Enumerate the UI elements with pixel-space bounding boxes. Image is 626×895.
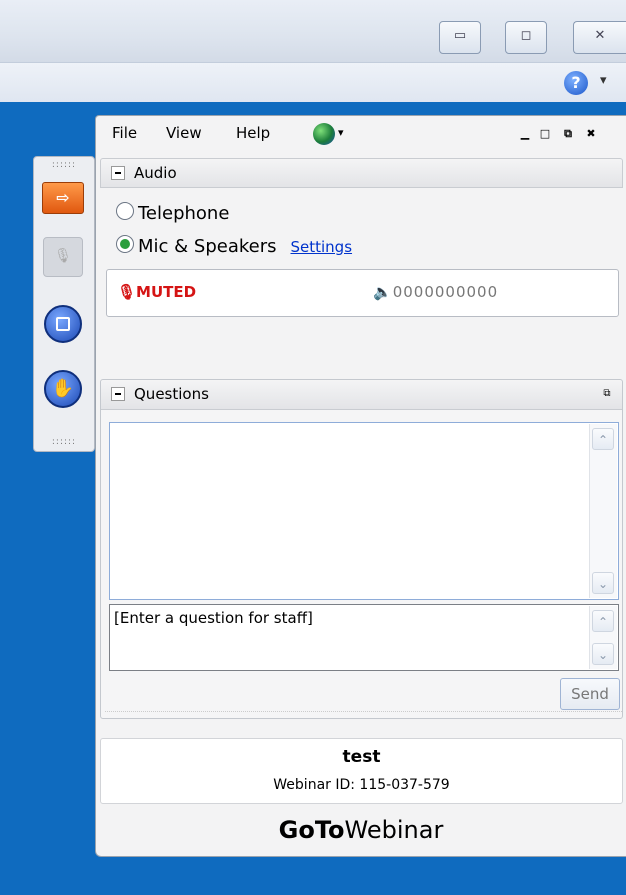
webinar-info: test Webinar ID: 115-037-579 (100, 738, 623, 804)
questions-section: Questions ⧉ ⌃ ⌄ [Enter a question for st… (100, 379, 623, 719)
mic-speakers-radio[interactable] (116, 235, 134, 253)
minimize-icon: ▭ (453, 28, 467, 43)
close-icon: ✕ (594, 28, 606, 43)
mic-speakers-label: Mic & Speakers (138, 236, 277, 257)
mic-speakers-option[interactable]: Mic & Speakers Settings (116, 235, 352, 257)
telephone-radio[interactable] (116, 202, 134, 220)
close-button[interactable]: ✕ (573, 21, 626, 54)
telephone-label: Telephone (138, 203, 230, 224)
brand-bold: GoTo (278, 816, 345, 844)
brand-logo: GoToWebinar (96, 816, 626, 844)
menu-help[interactable]: Help (236, 124, 270, 142)
menu-file[interactable]: File (112, 124, 137, 142)
scroll-down-icon[interactable]: ⌄ (592, 572, 614, 594)
collapse-audio-icon[interactable] (111, 166, 125, 180)
question-input[interactable]: [Enter a question for staff] ⌃ ⌄ (109, 604, 619, 671)
menu-bar: File View Help ▾ ▁ □ ⧉ ✖ (96, 116, 626, 153)
screen-share-button[interactable] (44, 305, 82, 343)
collapse-questions-icon[interactable] (111, 387, 125, 401)
maximize-button[interactable]: ◻ (505, 21, 547, 54)
popout-icon[interactable]: ⧉ (600, 387, 614, 401)
raise-hand-icon: ✋ (51, 378, 75, 399)
panel-close-icon[interactable]: ✖ (584, 127, 598, 141)
orange-arrow-icon: ⇨ (56, 188, 70, 207)
questions-log-scrollbar[interactable]: ⌃ ⌄ (589, 424, 617, 598)
question-input-scrollbar[interactable]: ⌃ ⌄ (589, 606, 617, 669)
questions-section-header[interactable]: Questions ⧉ (101, 380, 622, 410)
dock-grip-bottom[interactable]: :::::: (34, 437, 94, 447)
volume-level: 0000000000 (392, 283, 499, 301)
panel-minimize-icon[interactable]: ▁ (518, 127, 532, 141)
scroll-up-icon[interactable]: ⌃ (592, 610, 614, 632)
settings-link[interactable]: Settings (291, 238, 353, 256)
minimize-button[interactable]: ▭ (439, 21, 481, 54)
window-toolbar: ? ▾ (0, 62, 626, 103)
send-button[interactable]: Send (560, 678, 620, 710)
dock-grip-top[interactable]: :::::: (34, 160, 94, 170)
window-titlebar: ▭ ◻ ✕ (0, 0, 626, 62)
speaker-icon: 🔈 (373, 283, 393, 301)
menu-view[interactable]: View (166, 124, 202, 142)
mute-status[interactable]: 🎙MUTED (117, 283, 196, 301)
webinar-title: test (342, 747, 381, 767)
scroll-down-icon[interactable]: ⌄ (592, 643, 614, 665)
brand-regular: Webinar (344, 816, 444, 844)
control-dock: :::::: ⇨ 🎙 ✋ :::::: (33, 156, 95, 452)
audio-section: Telephone Mic & Speakers Settings 🎙MUTED … (100, 183, 623, 379)
audio-header-label: Audio (134, 164, 177, 182)
microphone-icon: 🎙 (54, 248, 72, 264)
maximize-icon: ◻ (520, 28, 532, 43)
question-input-placeholder: [Enter a question for staff] (114, 609, 313, 627)
collapse-panel-button[interactable]: ⇨ (42, 182, 84, 214)
questions-header-label: Questions (134, 385, 209, 403)
audio-meter-box: 🎙MUTED 🔈0000000000 (106, 269, 619, 317)
telephone-option[interactable]: Telephone (116, 202, 229, 224)
globe-icon[interactable] (313, 123, 335, 145)
screen-share-icon (56, 317, 70, 331)
chevron-down-icon[interactable]: ▾ (338, 126, 344, 139)
help-icon[interactable]: ? (564, 71, 588, 95)
chevron-down-icon[interactable]: ▾ (600, 73, 607, 88)
mute-status-label: MUTED (136, 283, 197, 301)
panel-maximize-icon[interactable]: □ (538, 127, 552, 141)
webinar-id: Webinar ID: 115-037-579 (273, 777, 450, 793)
panel-restore-icon[interactable]: ⧉ (561, 127, 575, 141)
microphone-button[interactable]: 🎙 (43, 237, 83, 277)
raise-hand-button[interactable]: ✋ (44, 370, 82, 408)
scroll-up-icon[interactable]: ⌃ (592, 428, 614, 450)
microphone-icon: 🎙 (117, 283, 137, 301)
volume-meter: 🔈0000000000 (373, 283, 498, 301)
control-panel: File View Help ▾ ▁ □ ⧉ ✖ Audio Telephone… (95, 115, 626, 857)
questions-log[interactable]: ⌃ ⌄ (109, 422, 619, 600)
resize-grip[interactable] (105, 711, 622, 718)
